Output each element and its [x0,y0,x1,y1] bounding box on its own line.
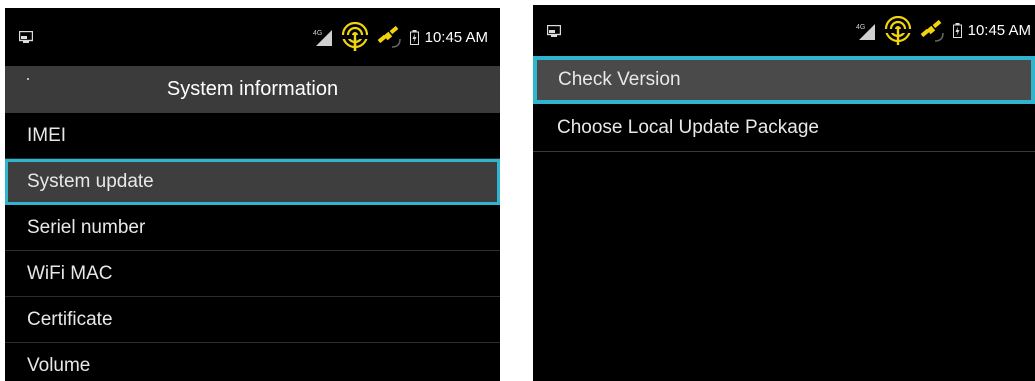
list-item-label: Certificate [27,309,113,330]
list-item-label: IMEI [27,125,67,146]
list-item-label: Seriel number [27,217,146,238]
status-icons: 4G 10:45 AM [855,15,1031,46]
network-type-label: 4G [856,24,865,31]
status-bar: 4G 10:45 AM [533,5,1035,56]
network-type-label: 4G [313,30,322,37]
status-bar: 4G 10:45 AM [5,8,500,66]
signal-icon: 4G [856,23,875,40]
list-item-volume[interactable]: Volume [5,343,500,381]
system-information-screen: 4G 10:45 AM System information IMEI Syst… [5,8,500,381]
page-title-bar: System information [5,66,500,113]
screenshot-icon [547,24,561,37]
gps-icon [377,25,401,48]
list-item-label: WiFi MAC [27,263,113,284]
list-item-choose-local-update-package[interactable]: Choose Local Update Package [533,104,1035,152]
screenshot-icon [19,31,33,43]
list-item-label: Check Version [558,69,681,90]
page-title: System information [166,78,339,100]
list-item-wifi-mac[interactable]: WiFi MAC [5,251,500,297]
list-item-serial-number[interactable]: Seriel number [5,205,500,251]
list-item-label: Choose Local Update Package [557,117,819,138]
status-icons: 4G 10:45 AM [312,22,488,52]
status-time: 10:45 AM [424,28,488,46]
list-item-label: System update [27,171,154,192]
hotspot-icon [882,15,913,45]
list-item-certificate[interactable]: Certificate [5,297,500,343]
status-time: 10:45 AM [967,22,1031,39]
signal-icon: 4G [313,30,332,46]
settings-list: IMEI System update Seriel number WiFi MA… [5,113,500,381]
battery-icon [952,23,962,38]
gps-icon [920,19,944,42]
list-item-imei[interactable]: IMEI [5,113,500,159]
back-indicator [27,78,29,80]
battery-icon [409,29,419,45]
list-item-label: Volume [27,355,91,376]
system-update-screen: 4G 10:45 AM Check Version Choose Local U… [533,5,1035,381]
list-item-system-update[interactable]: System update [5,159,500,205]
hotspot-icon [339,22,370,51]
update-options-list: Check Version Choose Local Update Packag… [533,56,1035,152]
list-item-check-version[interactable]: Check Version [533,56,1035,104]
